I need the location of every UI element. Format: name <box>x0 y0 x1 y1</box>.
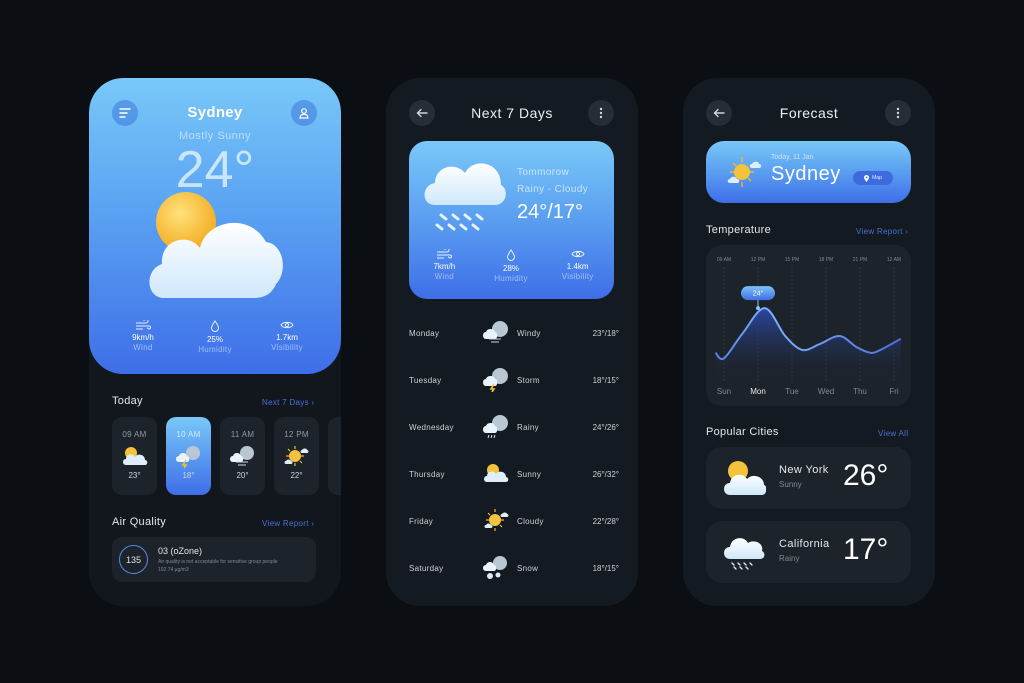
forecast-city: Sydney <box>771 163 841 185</box>
stat-wind: 9km/h Wind <box>108 320 178 354</box>
more-button[interactable] <box>588 100 614 126</box>
sun-cloud-icon <box>724 461 766 495</box>
forecast-date: Today, 11 Jan <box>771 154 814 161</box>
temperature-chart: 09 AM 12 PM 15 PM 18 PM 21 PM 12 AM Sun Mon Tue… <box>706 245 911 406</box>
user-icon <box>299 108 309 119</box>
more-vertical-icon <box>896 107 900 119</box>
map-button[interactable]: Map <box>853 171 893 185</box>
tomorrow-condition: Rainy - Cloudy <box>517 184 589 195</box>
eye-icon <box>571 250 585 258</box>
next-7-days-link[interactable]: Next 7 Days › <box>262 398 314 407</box>
hourly-forecast: 09 AM 23° 10 AM 18° 11 AM 20° 12 PM 22° <box>112 417 341 495</box>
aqi-description: Air quality is not acceptable for sensit… <box>158 559 278 573</box>
day-tick-label[interactable]: Fri <box>889 387 899 396</box>
temperature-area <box>715 308 901 383</box>
windy-icon <box>229 446 254 466</box>
stat-visibility: 1.7km Visibility <box>252 320 322 354</box>
next-7-days-screen: Next 7 Days Tommorow Rainy - Cloudy 24°/… <box>386 78 638 606</box>
sun-cloud-icon <box>122 447 147 465</box>
stat-humidity: 28% Humidity <box>478 249 545 283</box>
storm-icon <box>175 446 200 468</box>
sun-cloud-icon <box>149 192 283 298</box>
stat-humidity: 25% Humidity <box>180 320 250 354</box>
tomorrow-card[interactable]: Tommorow Rainy - Cloudy 24°/17° 7km/h Wi… <box>409 141 614 299</box>
tomorrow-stats: 7km/h Wind 28% Humidity 1.4km Visibility <box>411 249 611 283</box>
snow-icon <box>483 556 507 579</box>
day-tick-label[interactable]: Wed <box>818 387 834 396</box>
view-report-link[interactable]: View Report › <box>262 519 314 528</box>
rain-cloud-icon <box>724 538 765 570</box>
aqi-badge: 135 <box>119 545 148 574</box>
hour-card[interactable]: 11 AM 20° <box>220 417 265 495</box>
tomorrow-label: Tommorow <box>517 167 570 178</box>
location-pin-icon <box>864 174 870 182</box>
eye-icon <box>280 321 294 329</box>
stat-wind: 7km/h Wind <box>411 249 478 283</box>
stat-visibility: 1.4km Visibility <box>544 249 611 283</box>
time-tick-label: 15 PM <box>785 257 799 263</box>
time-tick-label: 18 PM <box>819 257 833 263</box>
tooltip-value: 24° <box>753 290 764 298</box>
hour-card[interactable]: 09 AM 23° <box>112 417 157 495</box>
day-row[interactable]: Monday Windy 23°/18° <box>409 321 619 371</box>
daily-forecast-list: Monday Windy 23°/18° Tuesday Storm 18°/1… <box>409 321 619 606</box>
view-report-link[interactable]: View Report › <box>856 227 908 236</box>
hour-card-active[interactable]: 10 AM 18° <box>166 417 211 495</box>
air-quality-title: Air Quality <box>112 516 167 528</box>
droplet-icon <box>210 320 220 332</box>
day-row[interactable]: Friday Cloudy 22°/28° <box>409 509 619 559</box>
location-card[interactable]: Today, 11 Jan Sydney Map <box>706 141 911 203</box>
city-card[interactable]: New York Sunny 26° <box>706 447 911 509</box>
profile-button[interactable] <box>291 100 317 126</box>
day-tick-label[interactable]: Mon <box>750 387 766 396</box>
popular-cities-title: Popular Cities <box>706 426 779 438</box>
droplet-icon <box>506 249 516 261</box>
rain-cloud-icon <box>424 163 506 231</box>
day-row[interactable]: Tuesday Storm 18°/15° <box>409 368 619 418</box>
current-weather-card: Sydney Mostly Sunny 24° 9km/h Wind 25% H… <box>89 78 341 374</box>
sunny-icon <box>484 509 509 531</box>
day-row[interactable]: Saturday Snow 18°/15° <box>409 556 619 606</box>
view-all-link[interactable]: View All <box>878 429 908 438</box>
more-vertical-icon <box>599 107 603 119</box>
time-tick-label: 12 AM <box>887 257 901 263</box>
hour-card[interactable]: 12 PM 22° <box>274 417 319 495</box>
wind-icon <box>437 249 453 259</box>
home-screen: Sydney Mostly Sunny 24° 9km/h Wind 25% H… <box>89 78 341 606</box>
sun-cloud-icon <box>484 464 509 482</box>
windy-icon <box>483 321 508 343</box>
day-tick-label[interactable]: Tue <box>785 387 799 396</box>
city-card[interactable]: California Rainy 17° <box>706 521 911 583</box>
weather-stats: 9km/h Wind 25% Humidity 1.7km Visibility <box>107 320 323 354</box>
storm-icon <box>483 368 508 392</box>
sunny-icon <box>727 157 762 187</box>
today-title: Today <box>112 395 143 407</box>
day-tick-label[interactable]: Thu <box>853 387 867 396</box>
more-button[interactable] <box>885 100 911 126</box>
rainy-icon <box>483 415 508 439</box>
temperature-chart-svg: 09 AM 12 PM 15 PM 18 PM 21 PM 12 AM Sun Mon Tue… <box>714 257 902 396</box>
air-quality-card[interactable]: 135 03 (oZone) Air quality is not accept… <box>112 537 316 582</box>
time-tick-label: 12 PM <box>751 257 765 263</box>
sunny-icon <box>284 446 308 466</box>
aqi-title: 03 (oZone) <box>158 546 203 556</box>
time-tick-label: 21 PM <box>853 257 867 263</box>
day-row[interactable]: Thursday Sunny 26°/32° <box>409 464 619 512</box>
tomorrow-temps: 24°/17° <box>517 201 584 223</box>
day-row[interactable]: Wednesday Rainy 24°/26° <box>409 415 619 465</box>
wind-icon <box>136 320 151 330</box>
temperature-title: Temperature <box>706 224 772 236</box>
hour-card-partial[interactable] <box>328 417 341 495</box>
day-tick-label[interactable]: Sun <box>717 387 731 396</box>
forecast-screen: Forecast Today, 11 Jan Sydney Map Temper… <box>683 78 935 606</box>
time-tick-label: 09 AM <box>717 257 731 263</box>
